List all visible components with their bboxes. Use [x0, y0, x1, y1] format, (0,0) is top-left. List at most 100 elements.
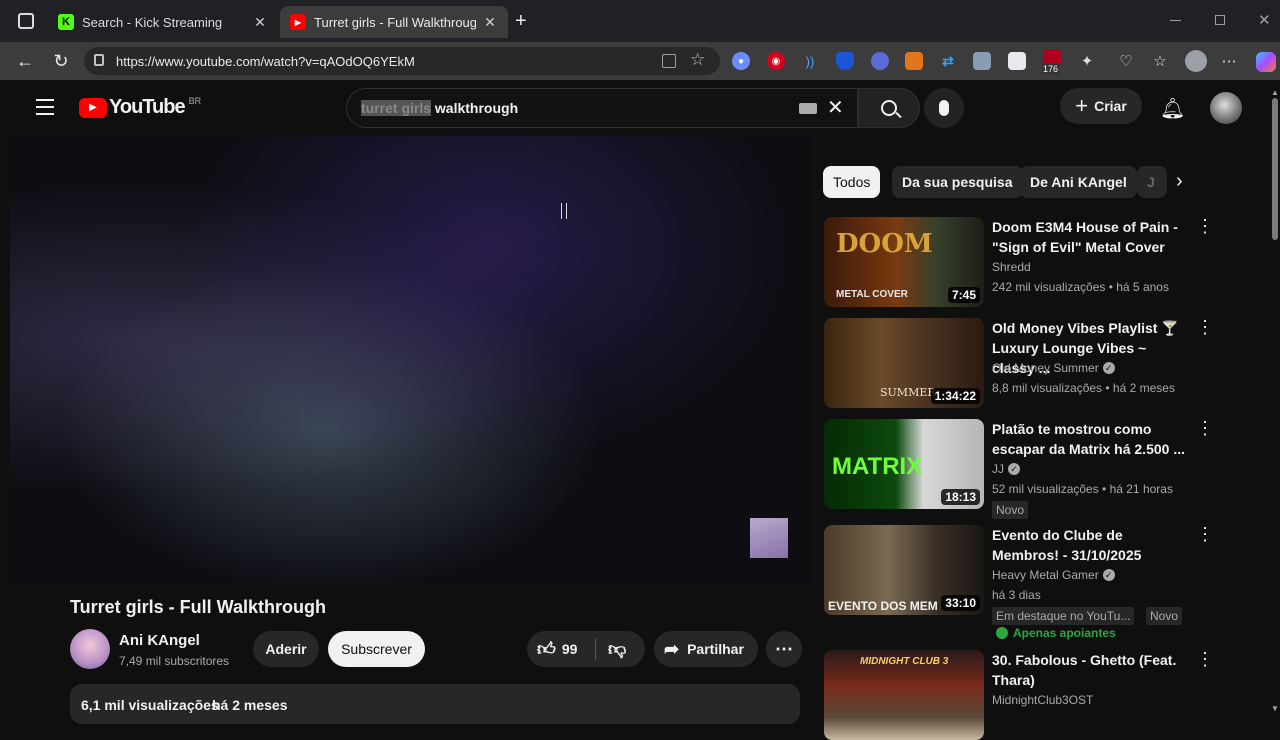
members-only-label: Apenas apoiantes — [996, 626, 1116, 640]
profile-avatar-icon[interactable] — [1185, 50, 1207, 72]
channel-watermark[interactable] — [750, 518, 788, 558]
recommendation-item[interactable]: DOOM METAL COVER 7:45 Doom E3M4 House of… — [824, 217, 1244, 311]
close-window-icon[interactable]: ✕ — [1258, 11, 1271, 29]
more-vertical-icon[interactable]: ⋮ — [1196, 217, 1214, 235]
extension-red-icon[interactable]: ◉ — [767, 52, 785, 70]
verified-check-icon: ✓ — [1102, 362, 1115, 374]
page-scrollbar[interactable]: ▲ ▼ — [1270, 84, 1280, 720]
search-button[interactable] — [858, 88, 920, 128]
more-vertical-icon[interactable]: ⋮ — [1196, 650, 1214, 668]
thumbs-up-icon: 👍︎ — [537, 639, 556, 659]
extension-search-icon[interactable]: ● — [732, 52, 750, 70]
extension-translate-icon[interactable]: ⇄ — [939, 52, 957, 70]
split-screen-icon[interactable] — [662, 54, 676, 68]
more-actions-button[interactable]: ⋯ — [766, 631, 802, 667]
extension-qr-icon[interactable] — [1008, 52, 1026, 70]
performance-icon[interactable]: ♡ — [1117, 52, 1135, 70]
tab-kick[interactable]: K Search - Kick Streaming ✕ — [48, 6, 278, 38]
tab-title: Turret girls - Full Walkthrough - YouTub… — [314, 14, 476, 30]
maximize-icon[interactable] — [1215, 15, 1225, 25]
address-bar[interactable]: https://www.youtube.com/watch?v=qAOdOQ6Y… — [84, 47, 720, 75]
close-tab-icon[interactable]: ✕ — [482, 14, 498, 31]
recommendation-item[interactable]: MATRIX 18:13 Platão te mostrou como esca… — [824, 419, 1244, 519]
channel-name[interactable]: Old Money Summer ✓ — [992, 361, 1115, 375]
settings-more-icon[interactable]: ⋯ — [1220, 52, 1238, 70]
like-button[interactable]: 👍︎ 99 — [527, 638, 595, 660]
region-code: BR — [188, 95, 202, 106]
join-label: Aderir — [265, 641, 307, 657]
extension-vpn-icon[interactable] — [871, 52, 889, 70]
channel-name[interactable]: Heavy Metal Gamer ✓ — [992, 568, 1115, 582]
chip-partial[interactable]: J — [1137, 166, 1167, 198]
channel-avatar[interactable] — [70, 629, 110, 669]
channel-name[interactable]: MidnightClub3OST — [992, 693, 1093, 707]
featured-badge: Em destaque no YouTu... — [992, 607, 1135, 625]
video-title[interactable]: Doom E3M4 House of Pain - "Sign of Evil"… — [992, 217, 1188, 257]
scrollbar-thumb[interactable] — [1272, 98, 1278, 240]
share-icon: ➦ — [664, 638, 680, 659]
video-thumbnail[interactable]: DOOM METAL COVER 7:45 — [824, 217, 984, 307]
scroll-up-icon[interactable]: ▲ — [1271, 88, 1279, 97]
channel-name[interactable]: JJ ✓ — [992, 462, 1020, 476]
video-player[interactable] — [10, 136, 810, 586]
favorites-icon[interactable]: ☆ — [1151, 52, 1169, 70]
recommendation-item[interactable]: EVENTO DOS MEM 33:10 Evento do Clube de … — [824, 525, 1244, 643]
thumbnail-title: MATRIX — [832, 453, 923, 480]
recommendation-item[interactable]: SUMMER 1:34:22 Old Money Vibes Playlist … — [824, 318, 1244, 412]
video-thumbnail[interactable]: MATRIX 18:13 — [824, 419, 984, 509]
tab-youtube[interactable]: ▶ Turret girls - Full Walkthrough - YouT… — [280, 6, 508, 38]
video-meta: 242 mil visualizações • há 5 anos — [992, 280, 1169, 294]
channel-name[interactable]: Ani KAngel — [119, 632, 200, 649]
search-input[interactable]: turret girls walkthrough ✕ — [346, 88, 858, 128]
minimize-icon[interactable] — [1170, 20, 1181, 21]
back-icon[interactable]: ← — [14, 50, 36, 72]
voice-search-button[interactable] — [924, 88, 964, 128]
video-title[interactable]: 30. Fabolous - Ghetto (Feat. Thara) — [992, 650, 1188, 690]
scroll-down-icon[interactable]: ▼ — [1271, 704, 1279, 713]
close-tab-icon[interactable]: ✕ — [252, 14, 268, 31]
extension-metamask-icon[interactable] — [905, 52, 923, 70]
tab-actions-icon[interactable] — [18, 13, 34, 29]
join-button[interactable]: Aderir — [253, 631, 319, 667]
extensions-puzzle-icon[interactable]: ✦ — [1078, 52, 1096, 70]
extension-screen-icon[interactable] — [973, 52, 991, 70]
chip-from-channel[interactable]: De Ani KAngel — [1020, 166, 1137, 198]
extension-shield-icon[interactable] — [836, 52, 854, 70]
share-button[interactable]: ➦ Partilhar — [654, 631, 758, 667]
video-title[interactable]: Platão te mostrou como escapar da Matrix… — [992, 419, 1188, 459]
video-duration: 7:45 — [947, 287, 980, 303]
channel-name[interactable]: Shredd — [992, 260, 1031, 274]
keyboard-icon[interactable] — [799, 103, 817, 114]
thumbs-down-icon: 👎︎ — [608, 639, 627, 659]
chip-from-search[interactable]: Da sua pesquisa — [892, 166, 1023, 198]
video-title[interactable]: Evento do Clube de Membros! - 31/10/2025 — [992, 525, 1188, 565]
video-thumbnail[interactable]: EVENTO DOS MEM 33:10 — [824, 525, 984, 615]
clear-search-icon[interactable]: ✕ — [827, 95, 844, 120]
more-vertical-icon[interactable]: ⋮ — [1196, 419, 1214, 437]
account-avatar[interactable] — [1210, 92, 1242, 124]
share-label: Partilhar — [687, 641, 744, 657]
favorite-star-icon[interactable]: ☆ — [690, 50, 705, 70]
extension-audio-icon[interactable]: )) — [801, 52, 819, 70]
video-thumbnail[interactable]: MIDNIGHT CLUB 3 — [824, 650, 984, 740]
new-badge: Novo — [992, 501, 1029, 519]
menu-icon[interactable] — [36, 99, 54, 115]
youtube-logo[interactable]: ▶ YouTube BR — [79, 96, 201, 119]
chip-all[interactable]: Todos — [823, 166, 881, 198]
notifications-bell-icon[interactable]: 🔔︎ — [1160, 96, 1185, 121]
dislike-button[interactable]: 👎︎ — [596, 638, 626, 660]
tab-title: Search - Kick Streaming — [82, 14, 223, 30]
recommendation-item[interactable]: MIDNIGHT CLUB 3 30. Fabolous - Ghetto (F… — [824, 650, 1244, 740]
chips-next-icon[interactable]: › — [1176, 170, 1183, 193]
create-button[interactable]: + Criar — [1060, 88, 1142, 124]
more-vertical-icon[interactable]: ⋮ — [1196, 525, 1214, 543]
plus-icon: + — [1075, 93, 1089, 118]
new-tab-icon[interactable]: + — [515, 10, 527, 33]
video-meta: 52 mil visualizações • há 21 horas — [992, 482, 1173, 496]
description-box[interactable]: 6,1 mil visualizações há 2 meses — [70, 684, 800, 724]
reload-icon[interactable]: ↻ — [50, 50, 72, 72]
more-vertical-icon[interactable]: ⋮ — [1196, 318, 1214, 336]
subscribe-button[interactable]: Subscrever — [328, 631, 425, 667]
copilot-icon[interactable] — [1256, 52, 1276, 72]
video-thumbnail[interactable]: SUMMER 1:34:22 — [824, 318, 984, 408]
